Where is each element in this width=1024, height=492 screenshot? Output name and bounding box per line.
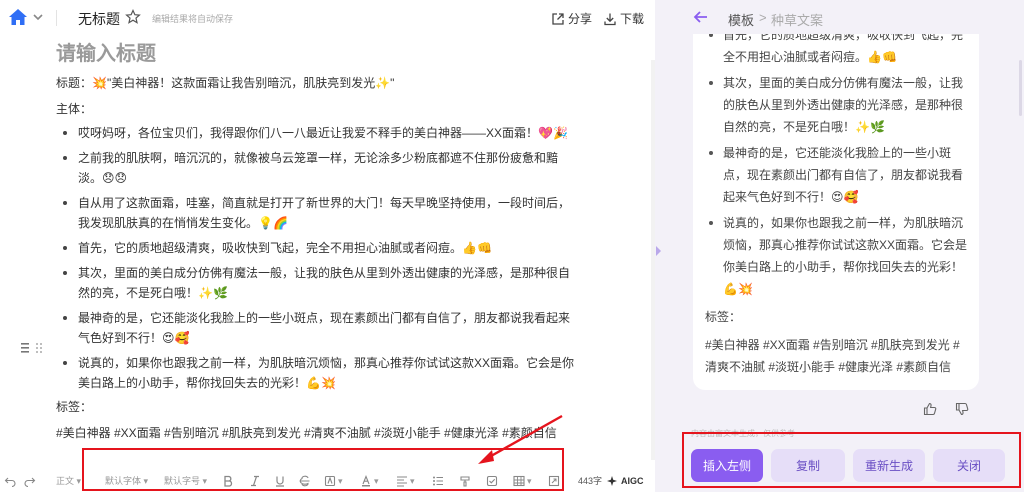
panel-scrollbar[interactable] — [1019, 60, 1022, 116]
list-item: 其次，里面的美白成分仿佛有魔法一般，让我的肤色从里到外透出健康的光泽感，是那种很… — [56, 263, 576, 303]
generated-tags: #美白神器 #XX面霜 #告别暗沉 #肌肤亮到发光 #清爽不油腻 #淡斑小能手 … — [705, 338, 960, 374]
document-body[interactable]: 请输入标题 标题：💥"美白神器！这款面霜让我告别暗沉，肌肤亮到发光✨" 主体： … — [56, 40, 576, 443]
bullet-list: 哎呀妈呀，各位宝贝们，我得跟你们八一八最近让我爱不释手的美白神器——XX面霜！💖… — [56, 123, 576, 393]
body-label: 主体： — [56, 102, 93, 116]
paragraph-style-select[interactable]: 正文 ▾ — [56, 474, 81, 488]
download-button[interactable]: 下载 — [603, 10, 644, 27]
thumbs-down-icon[interactable] — [955, 402, 969, 416]
undo-icon[interactable] — [4, 475, 16, 487]
list-item: 首先，它的质地超级清爽，吸收快到飞起，完全不用担心油腻或者闷痘。👍👊 — [705, 34, 967, 68]
generated-content-card[interactable]: 首先，它的质地超级清爽，吸收快到飞起，完全不用担心油腻或者闷痘。👍👊 其次，里面… — [693, 34, 979, 390]
share-button[interactable]: 分享 — [551, 10, 592, 27]
chevron-down-icon[interactable] — [32, 12, 44, 22]
share-icon — [552, 12, 564, 25]
list-item: 自从用了这款面霜，哇塞，简直就是打开了新世界的大门！每天早晚坚持使用，一段时间后… — [56, 193, 576, 233]
download-icon — [604, 13, 616, 25]
document-title[interactable]: 无标题 — [78, 9, 120, 29]
divider — [56, 10, 57, 26]
breadcrumb-separator: > — [759, 10, 767, 25]
list-item: 其次，里面的美白成分仿佛有魔法一般，让我的肤色从里到外透出健康的光泽感，是那种很… — [705, 72, 967, 138]
home-icon[interactable] — [8, 8, 28, 26]
list-item: 之前我的肌肤啊，暗沉沉的，就像被乌云笼罩一样，无论涂多少粉底都遮不住那份疲惫和黯… — [56, 148, 576, 188]
title-placeholder[interactable]: 请输入标题 — [56, 40, 576, 72]
toolbar-highlight-box — [82, 448, 564, 491]
thumbs-up-icon[interactable] — [923, 402, 937, 416]
back-arrow-icon[interactable] — [693, 10, 709, 24]
top-bar: 无标题 编辑结果将自动保存 分享 下载 — [0, 0, 655, 36]
panel-header: 模板 > 种草文案 — [663, 0, 1024, 36]
breadcrumb-templates[interactable]: 模板 — [728, 10, 754, 29]
aigc-label[interactable]: AIGC — [621, 474, 644, 488]
paragraph-style-label: 正文 — [56, 476, 75, 486]
list-item: 最神奇的是，它还能淡化我脸上的一些小斑点，现在素颜出门都有自信了，朋友都说我看起… — [705, 142, 967, 208]
list-item: 哎呀妈呀，各位宝贝们，我得跟你们八一八最近让我爱不释手的美白神器——XX面霜！💖… — [56, 123, 576, 143]
aigc-icon — [607, 476, 617, 486]
share-label: 分享 — [568, 12, 593, 26]
list-item: 首先，它的质地超级清爽，吸收快到飞起，完全不用担心油腻或者闷痘。👍👊 — [56, 238, 576, 258]
list-item: 说真的，如果你也跟我之前一样，为肌肤暗沉烦恼，那真心推荐你试试这款XX面霜。它会… — [705, 212, 967, 300]
editor-pane: 无标题 编辑结果将自动保存 分享 下载 请输入标题 标题：💥"美白神器！这款面霜… — [0, 0, 655, 492]
template-panel: 模板 > 种草文案 首先，它的质地超级清爽，吸收快到飞起，完全不用担心油腻或者闷… — [663, 0, 1024, 492]
download-label: 下载 — [620, 12, 645, 26]
generated-bullet-list: 首先，它的质地超级清爽，吸收快到飞起，完全不用担心油腻或者闷痘。👍👊 其次，里面… — [705, 34, 967, 300]
list-item: 说真的，如果你也跟我之前一样，为肌肤暗沉烦恼，那真心推荐你试试这款XX面霜。它会… — [56, 353, 576, 393]
drag-handle-icon[interactable] — [20, 342, 46, 354]
actions-highlight-box — [682, 432, 1021, 488]
generated-tags-label: 标签： — [705, 310, 742, 324]
autosave-hint: 编辑结果将自动保存 — [152, 14, 234, 24]
word-count: 443字 — [578, 476, 603, 486]
collapse-panel-icon[interactable] — [654, 242, 663, 260]
list-item: 最神奇的是，它还能淡化我脸上的一些小斑点，现在素颜出门都有自信了，朋友都说我看起… — [56, 308, 576, 348]
title-line: 标题：💥"美白神器！这款面霜让我告别暗沉，肌肤亮到发光✨" — [56, 76, 395, 90]
redo-icon[interactable] — [24, 475, 36, 487]
breadcrumb-current: 种草文案 — [771, 13, 824, 28]
star-icon[interactable] — [125, 9, 141, 25]
